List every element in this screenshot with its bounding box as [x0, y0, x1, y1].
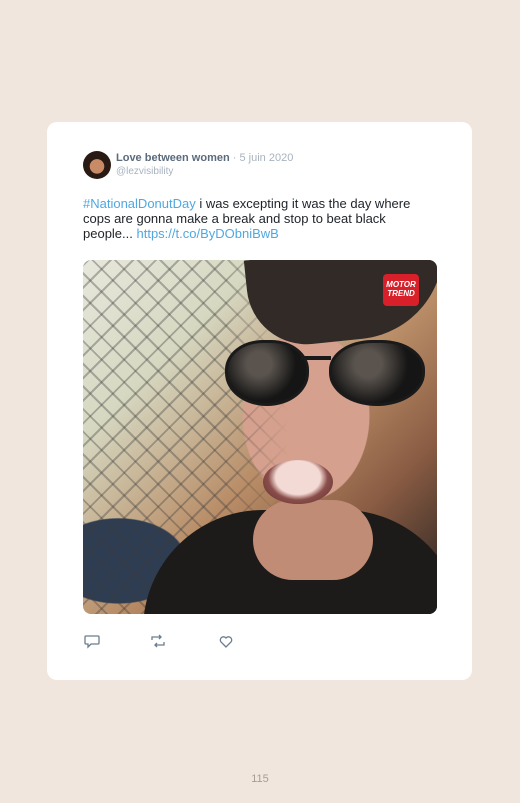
- retweet-icon[interactable]: [149, 632, 167, 650]
- author-name[interactable]: Love between women: [116, 152, 230, 164]
- hashtag-link[interactable]: #NationalDonutDay: [83, 196, 196, 211]
- motor-trend-logo: MOTOR TREND: [383, 274, 419, 306]
- like-icon[interactable]: [217, 632, 235, 650]
- sunglasses: [225, 340, 425, 420]
- author-handle[interactable]: @lezvisibility: [116, 166, 173, 177]
- sunglasses-lens-right: [329, 340, 425, 406]
- reply-icon[interactable]: [83, 632, 101, 650]
- sunglasses-lens-left: [225, 340, 309, 406]
- media-mouth: [263, 460, 333, 504]
- tweet-media-gif[interactable]: MOTOR TREND: [83, 260, 437, 614]
- logo-line-1: MOTOR: [386, 280, 416, 289]
- tweet-date[interactable]: 5 juin 2020: [240, 152, 294, 164]
- media-neck: [253, 500, 373, 580]
- header-separator: ·: [232, 152, 237, 164]
- tweet-text: #NationalDonutDay i was excepting it was…: [83, 196, 435, 241]
- sunglasses-bridge: [301, 356, 331, 360]
- tweet-actions: [83, 632, 283, 652]
- avatar[interactable]: [83, 151, 111, 179]
- page-number: 115: [251, 773, 269, 785]
- tweet-header: Love between women · 5 juin 2020: [116, 152, 293, 164]
- tweet-card: Love between women · 5 juin 2020 @lezvis…: [47, 122, 472, 680]
- tweet-url-link[interactable]: https://t.co/ByDObniBwB: [137, 226, 279, 241]
- logo-line-2: TREND: [387, 289, 415, 298]
